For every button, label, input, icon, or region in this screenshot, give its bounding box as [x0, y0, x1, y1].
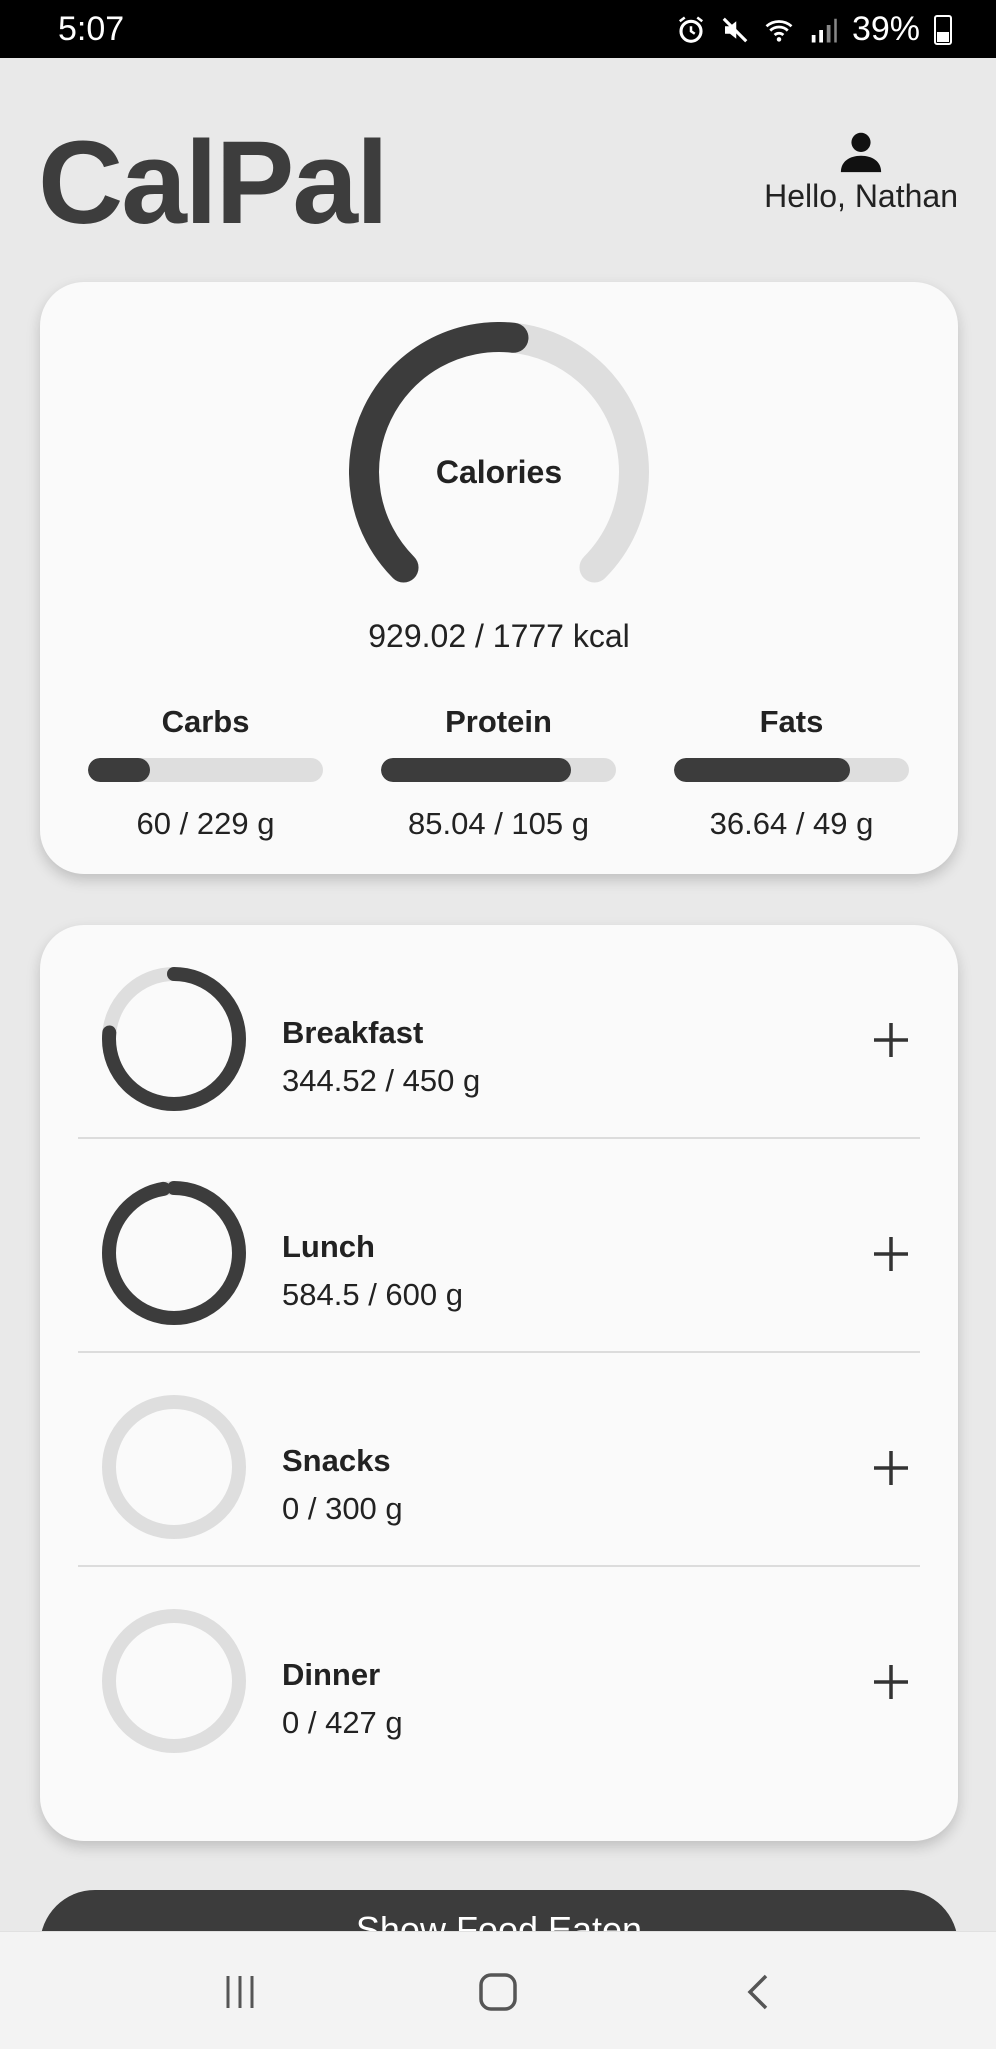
profile-button[interactable]: Hello, Nathan	[764, 128, 958, 215]
system-nav-bar	[0, 1931, 996, 2049]
app-title: CalPal	[38, 117, 389, 249]
person-icon	[840, 132, 882, 173]
macro-fats: Fats 36.64 / 49 g	[674, 702, 909, 842]
summary-card: Calories 929.02 / 1777 kcal Carbs 60 / 2…	[40, 282, 958, 874]
meal-row-lunch[interactable]: Lunch 584.5 / 600 g	[78, 1139, 920, 1353]
meal-progress-ring	[102, 1181, 246, 1325]
status-icons: 39%	[676, 10, 952, 49]
meal-row-breakfast[interactable]: Breakfast 344.52 / 450 g	[78, 925, 920, 1139]
battery-percent: 39%	[851, 10, 920, 48]
signal-icon	[811, 18, 837, 42]
add-dinner-button[interactable]	[868, 1659, 914, 1705]
meal-name: Dinner	[282, 1657, 381, 1692]
macro-value: 36.64 / 49 g	[709, 806, 874, 841]
meal-value: 0 / 427 g	[282, 1705, 403, 1740]
macro-progress-bar	[674, 758, 909, 782]
macro-progress-fill	[88, 758, 150, 782]
battery-icon	[934, 14, 952, 45]
calories-value: 929.02 / 1777 kcal	[368, 618, 630, 654]
status-bar: 5:07 39%	[0, 0, 996, 58]
meal-value: 344.52 / 450 g	[282, 1063, 481, 1098]
macro-carbs: Carbs 60 / 229 g	[88, 702, 323, 842]
meal-progress-ring	[102, 1395, 246, 1539]
meal-name: Lunch	[282, 1229, 375, 1264]
meal-name: Breakfast	[282, 1015, 424, 1050]
macro-protein: Protein 85.04 / 105 g	[381, 702, 616, 842]
meal-value: 0 / 300 g	[282, 1491, 403, 1526]
meal-name: Snacks	[282, 1443, 391, 1478]
meal-value: 584.5 / 600 g	[282, 1277, 463, 1312]
macro-name: Protein	[445, 704, 552, 739]
macro-value: 60 / 229 g	[136, 806, 275, 841]
mute-icon	[722, 17, 748, 42]
meal-row-dinner[interactable]: Dinner 0 / 427 g	[78, 1567, 920, 1781]
macro-value: 85.04 / 105 g	[408, 806, 589, 841]
add-lunch-button[interactable]	[868, 1231, 914, 1277]
meal-progress-ring	[102, 967, 246, 1111]
home-icon[interactable]	[476, 1970, 520, 2014]
macro-progress-bar	[88, 758, 323, 782]
macro-name: Fats	[759, 704, 824, 739]
back-icon[interactable]	[738, 1970, 782, 2014]
calories-label: Calories	[435, 454, 563, 490]
wifi-icon	[765, 19, 793, 42]
add-snacks-button[interactable]	[868, 1445, 914, 1491]
macro-progress-bar	[381, 758, 616, 782]
status-time: 5:07	[58, 10, 125, 48]
macro-name: Carbs	[161, 704, 250, 739]
greeting-text: Hello, Nathan	[764, 178, 958, 214]
calories-gauge-fill	[349, 322, 529, 583]
macro-progress-fill	[381, 758, 572, 782]
add-breakfast-button[interactable]	[868, 1017, 914, 1063]
meal-progress-ring	[102, 1609, 246, 1753]
meals-card: Breakfast 344.52 / 450 g Lunch 584.5 / 6…	[40, 925, 958, 1841]
recent-apps-icon[interactable]	[218, 1970, 262, 2014]
alarm-icon	[678, 16, 703, 43]
macro-progress-fill	[674, 758, 850, 782]
meal-row-snacks[interactable]: Snacks 0 / 300 g	[78, 1353, 920, 1567]
